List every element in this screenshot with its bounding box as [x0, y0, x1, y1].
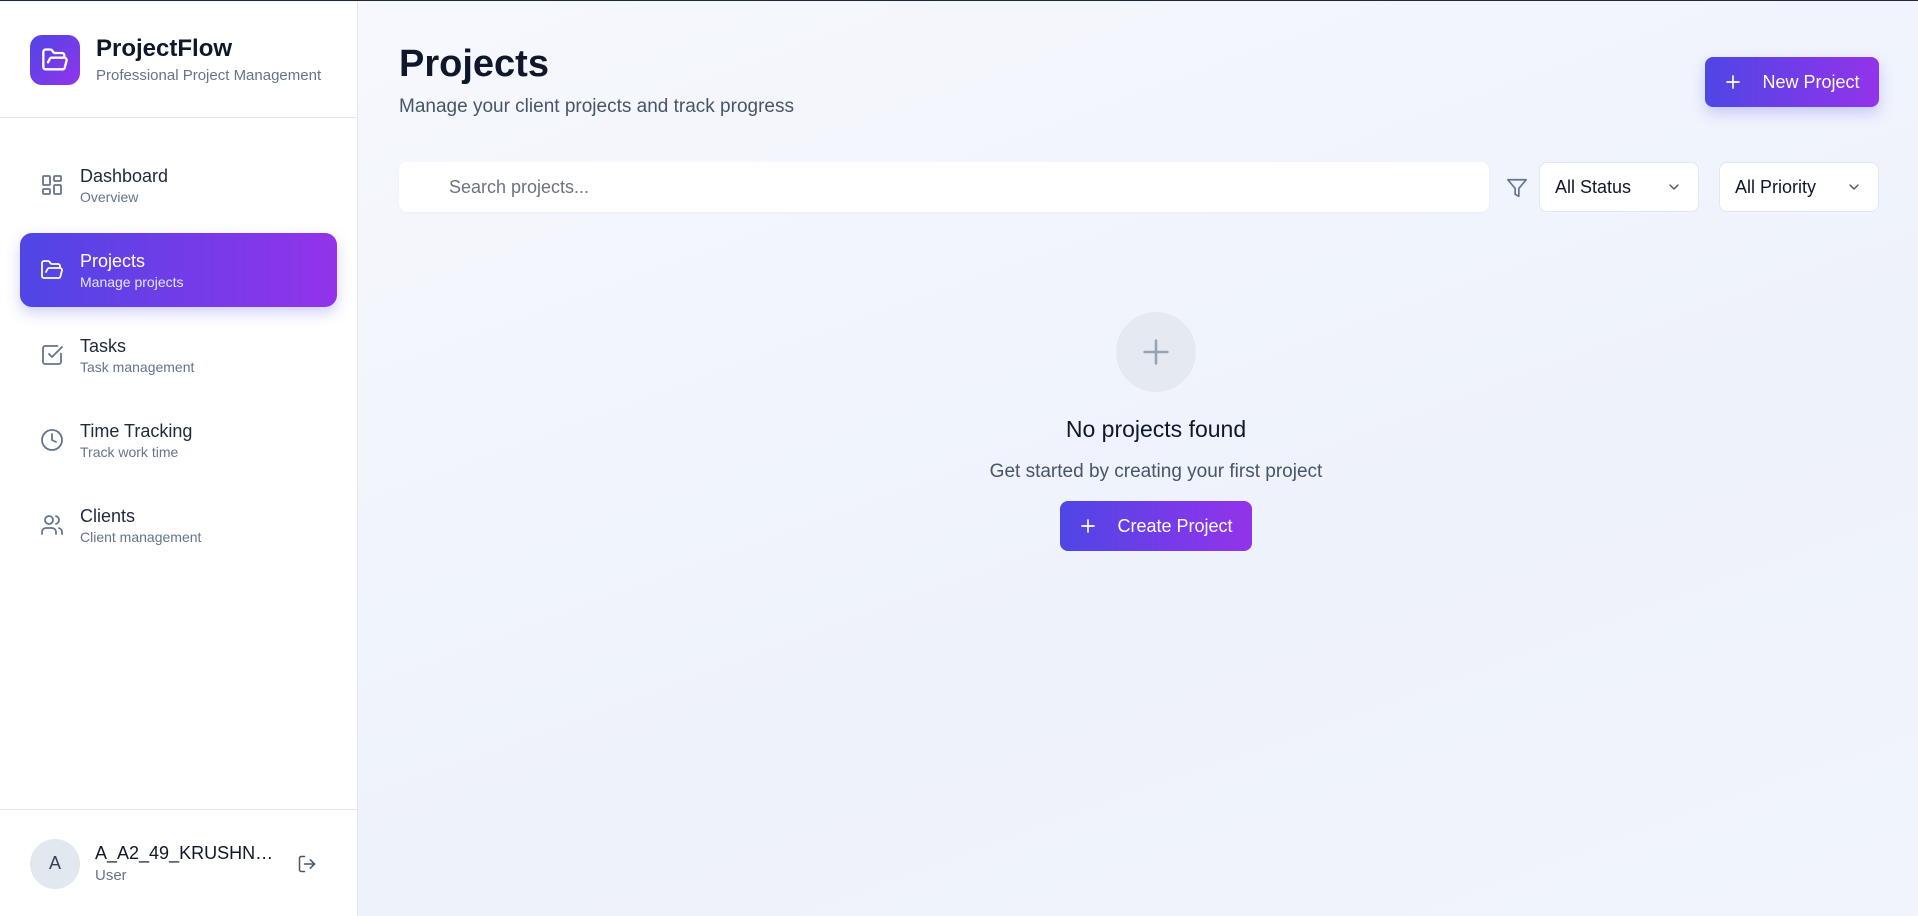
empty-state-subtitle: Get started by creating your first proje… [989, 461, 1323, 482]
clock-icon [40, 428, 64, 452]
app-name: ProjectFlow [96, 35, 233, 62]
plus-circle-icon [1116, 312, 1196, 392]
filter-icon [1506, 177, 1528, 199]
create-project-label: Create Project [1117, 515, 1233, 536]
page-subtitle: Manage your client projects and track pr… [399, 96, 794, 117]
page-title: Projects [399, 43, 549, 85]
sidebar-item-sublabel: Track work time [80, 444, 179, 460]
folder-logo-icon [30, 34, 80, 85]
plus-icon [1726, 75, 1741, 89]
sidebar-item-label: Tasks [80, 336, 127, 356]
status-filter-select[interactable]: All Status [1539, 162, 1699, 212]
chevron-down-icon [1849, 184, 1859, 190]
sidebar-item-sublabel: Manage projects [80, 274, 184, 290]
create-project-button[interactable]: Create Project [1060, 501, 1252, 551]
sidebar-item-sublabel: Overview [80, 189, 139, 205]
sidebar-item-label: Clients [80, 506, 136, 526]
sidebar-item-label: Dashboard [80, 166, 169, 186]
empty-state-title: No projects found [1065, 416, 1247, 442]
sidebar-item-tasks[interactable]: Tasks Task management [20, 318, 337, 392]
sidebar-item-label: Projects [80, 251, 146, 271]
priority-filter-select[interactable]: All Priority [1719, 162, 1879, 212]
status-filter-value: All Status [1555, 176, 1632, 197]
sidebar-item-label: Time Tracking [80, 421, 193, 441]
plus-icon [1081, 519, 1096, 533]
avatar[interactable]: A [30, 838, 80, 889]
dashboard-grid-icon [40, 173, 64, 197]
new-project-label: New Project [1762, 71, 1860, 92]
main-content: Projects Manage your client projects and… [358, 2, 1918, 916]
user-role: User [95, 867, 127, 884]
users-icon [40, 513, 64, 537]
app-tagline: Professional Project Management [96, 67, 322, 84]
sidebar-nav: Dashboard Overview Projects Manage proje… [0, 118, 357, 809]
user-footer: A A_A2_49_KRUSHNA_KUMAR User [0, 809, 357, 916]
sidebar-item-sublabel: Task management [80, 359, 195, 375]
sidebar-item-clients[interactable]: Clients Client management [20, 488, 337, 562]
brand-header: ProjectFlow Professional Project Managem… [0, 2, 357, 118]
sidebar-item-dashboard[interactable]: Dashboard Overview [20, 148, 337, 222]
user-name: A_A2_49_KRUSHNA_KUMAR [95, 843, 285, 863]
chevron-down-icon [1669, 184, 1679, 190]
search-box [399, 162, 1489, 212]
sidebar-item-time-tracking[interactable]: Time Tracking Track work time [20, 403, 337, 477]
checkbox-icon [40, 343, 64, 367]
search-input[interactable] [399, 162, 1489, 212]
logout-icon[interactable] [295, 852, 319, 876]
sidebar: ProjectFlow Professional Project Managem… [0, 2, 358, 916]
priority-filter-value: All Priority [1735, 176, 1817, 197]
new-project-button[interactable]: New Project [1705, 57, 1879, 107]
folder-open-icon [40, 258, 64, 282]
sidebar-item-sublabel: Client management [80, 529, 202, 545]
empty-state: No projects found Get started by creatin… [358, 312, 1918, 551]
sidebar-item-projects[interactable]: Projects Manage projects [20, 233, 337, 307]
user-info: A_A2_49_KRUSHNA_KUMAR User [95, 843, 295, 884]
